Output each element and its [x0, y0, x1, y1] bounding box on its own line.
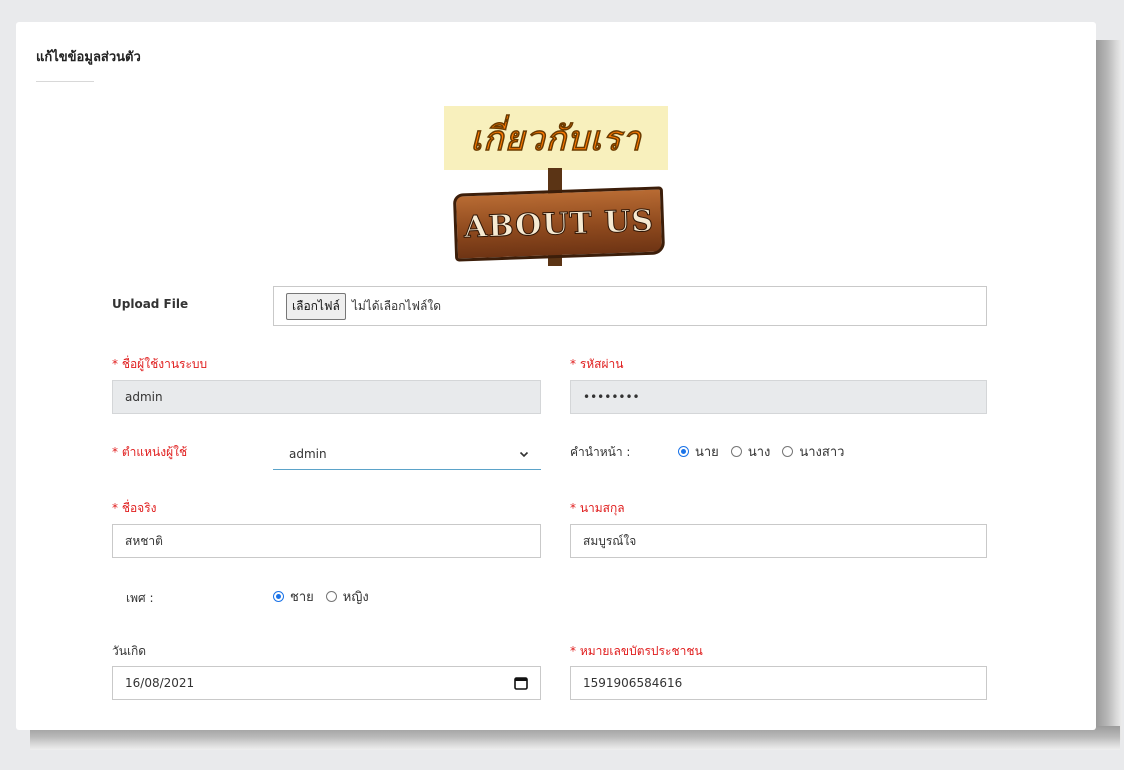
window-shadow-right: [1096, 40, 1122, 740]
prefix-label: คำนำหน้า :: [570, 445, 631, 459]
logo-wood-sign: ABOUT US: [452, 186, 666, 262]
logo-banner: เกี่ยวกับเรา: [444, 106, 668, 170]
logo-english-text: ABOUT US: [463, 203, 655, 246]
required-mark: *: [112, 501, 118, 515]
required-mark: *: [570, 644, 576, 658]
page-title: แก้ไขข้อมูลส่วนตัว: [36, 50, 141, 65]
prefix-option-label: นางสาว: [799, 445, 845, 460]
username-field[interactable]: admin: [112, 380, 541, 414]
citizen-id-input[interactable]: 1591906584616: [570, 666, 987, 700]
gender-option-female[interactable]: หญิง: [325, 586, 369, 607]
choose-file-button[interactable]: เลือกไฟล์: [286, 292, 346, 320]
required-mark: *: [112, 445, 118, 459]
prefix-option-label: นาย: [695, 445, 719, 460]
first-name-input[interactable]: สหชาติ: [112, 524, 541, 558]
required-mark: *: [570, 357, 576, 371]
radio-button-checked[interactable]: [678, 446, 689, 457]
first-name-label: * ชื่อจริง: [112, 499, 157, 518]
radio-button-checked[interactable]: [273, 591, 284, 602]
username-label-text: ชื่อผู้ใช้งานระบบ: [121, 357, 208, 371]
role-label: * ตำแหน่งผู้ใช้: [112, 443, 187, 462]
username-value: admin: [125, 390, 163, 404]
last-name-label: * นามสกุล: [570, 499, 625, 518]
birthdate-value: 16/08/2021: [125, 676, 195, 690]
citizen-id-value: 1591906584616: [583, 676, 683, 690]
last-name-input[interactable]: สมบูรณ์ใจ: [570, 524, 987, 558]
logo-thai-text: เกี่ยวกับเรา: [470, 118, 642, 160]
calendar-icon[interactable]: [514, 676, 528, 690]
username-label: * ชื่อผู้ใช้งานระบบ: [112, 355, 207, 374]
role-label-text: ตำแหน่งผู้ใช้: [121, 445, 188, 459]
gender-option-label: ชาย: [290, 590, 314, 605]
radio-button[interactable]: [782, 446, 794, 457]
role-select[interactable]: admin: [273, 438, 541, 470]
profile-edit-card: แก้ไขข้อมูลส่วนตัว เกี่ยวกับเรา ABOUT US…: [16, 22, 1096, 730]
password-label-text: รหัสผ่าน: [579, 357, 624, 371]
password-value: ••••••••: [583, 390, 640, 404]
required-mark: *: [112, 357, 118, 371]
required-mark: *: [570, 501, 576, 515]
prefix-option-mrs[interactable]: นาง: [730, 441, 771, 462]
about-us-logo: เกี่ยวกับเรา ABOUT US: [444, 106, 668, 266]
radio-button[interactable]: [325, 591, 337, 602]
password-field[interactable]: ••••••••: [570, 380, 987, 414]
gender-option-male[interactable]: ชาย: [273, 586, 314, 607]
file-upload-input[interactable]: เลือกไฟล์ ไม่ได้เลือกไฟล์ใด: [273, 286, 987, 326]
birthdate-input[interactable]: 16/08/2021: [112, 666, 541, 700]
gender-label: เพศ :: [126, 591, 154, 605]
prefix-option-label: นาง: [747, 445, 771, 460]
role-selected-value: admin: [289, 446, 327, 461]
last-name-value: สมบูรณ์ใจ: [583, 533, 637, 548]
file-status-text: ไม่ได้เลือกไฟล์ใด: [351, 298, 442, 313]
chevron-down-icon: [519, 451, 529, 457]
birthdate-label: วันเกิด: [112, 644, 147, 658]
title-divider: [36, 81, 94, 82]
last-name-label-text: นามสกุล: [579, 501, 625, 515]
prefix-option-miss[interactable]: นางสาว: [782, 441, 844, 462]
gender-radio-group: ชาย หญิง: [273, 586, 381, 607]
upload-label: Upload File: [112, 297, 189, 311]
prefix-option-mr[interactable]: นาย: [678, 441, 719, 462]
first-name-value: สหชาติ: [125, 533, 163, 548]
citizen-id-label-text: หมายเลขบัตรประชาชน: [579, 644, 703, 658]
password-label: * รหัสผ่าน: [570, 355, 623, 374]
prefix-radio-group: นาย นาง นางสาว: [678, 441, 856, 462]
radio-button[interactable]: [730, 446, 742, 457]
citizen-id-label: * หมายเลขบัตรประชาชน: [570, 642, 703, 661]
first-name-label-text: ชื่อจริง: [121, 501, 157, 515]
gender-option-label: หญิง: [342, 590, 369, 605]
